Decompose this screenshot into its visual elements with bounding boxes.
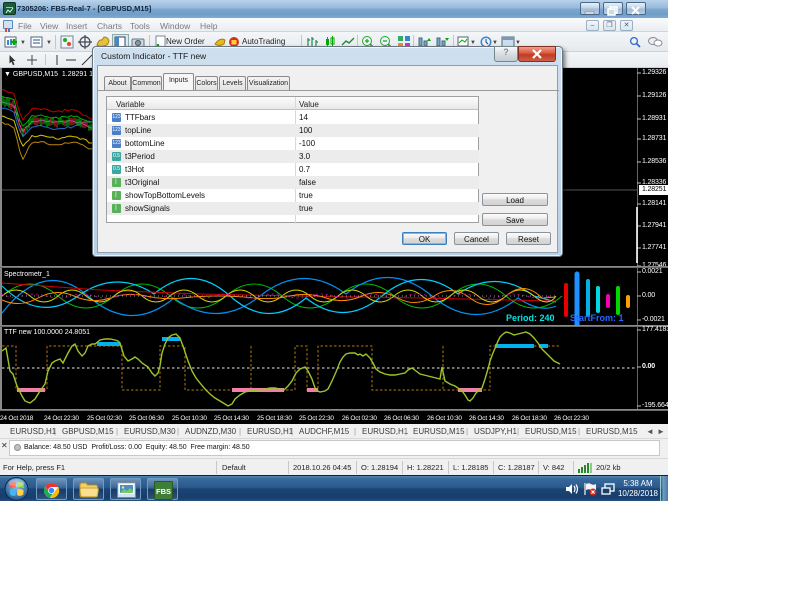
svg-text:FBS: FBS <box>156 487 171 496</box>
svg-text:Period: 240: Period: 240 <box>506 313 555 323</box>
svg-text:StartFrom: 1: StartFrom: 1 <box>570 313 624 323</box>
